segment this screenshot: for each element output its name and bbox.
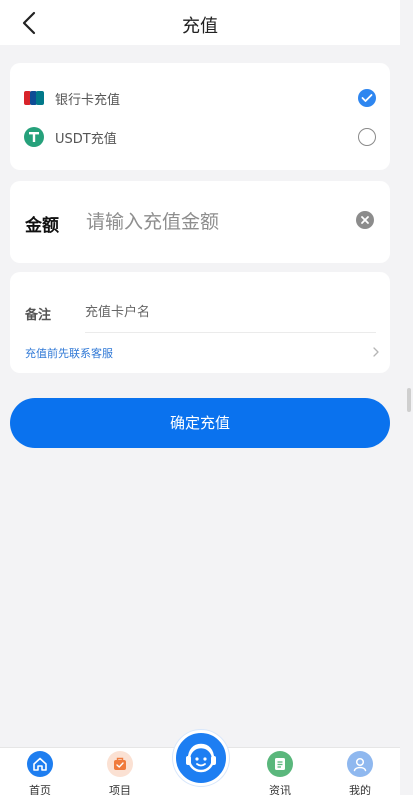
project-icon [107,751,133,777]
tab-home[interactable]: 首页 [10,751,70,795]
header-bar: 充值 [0,0,400,45]
page-title: 充值 [182,16,218,37]
contact-service-link[interactable]: 充值前先联系客服 [25,345,113,361]
tab-label: 资讯 [269,784,291,795]
confirm-recharge-button[interactable]: 确定充值 [10,398,390,448]
payment-option-label: USDT充值 [55,131,117,147]
clear-icon[interactable] [356,211,374,229]
customer-service-button[interactable] [173,730,229,786]
unionpay-icon [24,88,44,108]
remark-label: 备注 [25,308,52,323]
amount-card: 金额 [10,181,390,263]
payment-option-bank-card[interactable]: 银行卡充值 [24,83,376,113]
radio-checked-icon[interactable] [358,89,376,107]
chevron-right-icon[interactable] [371,346,381,358]
remark-card: 备注 充值前先联系客服 [10,272,390,373]
tab-project[interactable]: 项目 [90,751,150,795]
tether-icon [24,127,44,147]
news-icon [267,751,293,777]
payment-option-usdt[interactable]: USDT充值 [24,122,376,152]
amount-label: 金额 [25,216,59,236]
remark-input[interactable] [85,300,375,324]
tab-label: 我的 [349,784,371,795]
user-icon [347,751,373,777]
amount-input[interactable] [86,207,336,237]
radio-unchecked-icon[interactable] [358,128,376,146]
tab-label: 项目 [109,784,131,795]
tab-label: 首页 [29,784,51,795]
scrollbar-handle[interactable] [407,388,411,412]
divider [85,332,376,333]
payment-option-label: 银行卡充值 [55,92,121,108]
customer-service-icon [186,743,216,773]
tab-mine[interactable]: 我的 [330,751,390,795]
home-icon [27,751,53,777]
payment-method-card: 银行卡充值 USDT充值 [10,63,390,170]
tab-news[interactable]: 资讯 [250,751,310,795]
